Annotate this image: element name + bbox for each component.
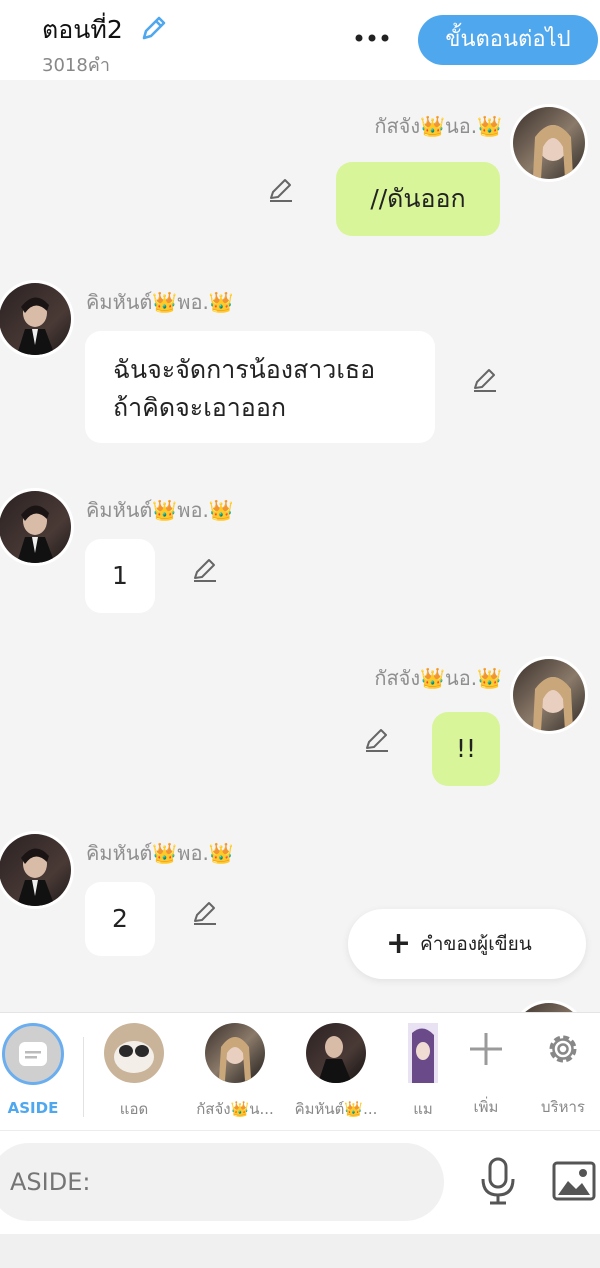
divider bbox=[83, 1037, 84, 1117]
chat-area[interactable]: กัสจัง👑นอ.👑 //ดันออก คิมหันต์👑พอ.👑 ฉันจะ… bbox=[0, 80, 600, 1012]
avatar[interactable] bbox=[510, 1000, 588, 1012]
character-aside[interactable]: ASIDE bbox=[0, 1023, 78, 1117]
writer-note-label: คำของผู้เขียน bbox=[420, 933, 532, 955]
message-left: คิมหันต์👑พอ.👑 1 bbox=[0, 488, 600, 618]
avatar bbox=[205, 1023, 265, 1083]
character-label: ASIDE bbox=[7, 1099, 59, 1117]
pencil-icon[interactable] bbox=[190, 554, 220, 584]
character-name: คิมหันต์👑พอ.👑 bbox=[86, 498, 234, 522]
more-options-icon[interactable] bbox=[352, 24, 394, 52]
message-input-area bbox=[0, 1130, 600, 1234]
character-name: คิมหันต์👑พอ.👑 bbox=[86, 290, 234, 314]
character-name: คิมหันต์👑พอ.👑 bbox=[86, 841, 234, 865]
message-bubble[interactable]: 1 bbox=[85, 539, 155, 613]
message-bubble[interactable]: !! bbox=[432, 712, 500, 786]
back-icon[interactable]: ‹ bbox=[0, 22, 14, 50]
message-bubble[interactable]: 2 bbox=[85, 882, 155, 956]
avatar-girl-image bbox=[513, 659, 585, 731]
plus-icon bbox=[470, 1033, 502, 1065]
message-text: //ดันออก bbox=[370, 184, 466, 213]
character-label: บริหาร bbox=[541, 1098, 585, 1116]
avatar-girl-image bbox=[513, 1003, 585, 1012]
system-navigation-bar bbox=[0, 1234, 600, 1268]
aside-icon bbox=[19, 1042, 47, 1066]
gear-icon bbox=[549, 1035, 577, 1063]
message-bubble[interactable]: //ดันออก bbox=[336, 162, 500, 236]
message-input[interactable] bbox=[0, 1143, 444, 1221]
pencil-icon[interactable] bbox=[190, 897, 220, 927]
message-text: 1 bbox=[112, 561, 128, 590]
image-icon[interactable] bbox=[552, 1161, 596, 1201]
message-right: กัสจัง👑นอ.👑 !! bbox=[0, 656, 600, 796]
pencil-icon[interactable] bbox=[138, 12, 170, 44]
avatar bbox=[104, 1023, 164, 1083]
avatar[interactable] bbox=[510, 104, 588, 182]
message-text-line: ถ้าคิดจะเอาออก bbox=[113, 393, 286, 422]
character-label: กัสจัง👑น... bbox=[196, 1100, 274, 1118]
character-name: กัสจัง👑นอ.👑 bbox=[374, 114, 502, 138]
character-item[interactable]: แอด bbox=[89, 1023, 179, 1121]
avatar-boy-image bbox=[0, 834, 71, 906]
avatar[interactable] bbox=[0, 280, 74, 358]
avatar-boy-image bbox=[0, 283, 71, 355]
microphone-icon[interactable] bbox=[478, 1155, 518, 1207]
pencil-icon[interactable] bbox=[470, 364, 500, 394]
message-text: !! bbox=[455, 734, 477, 763]
pencil-icon[interactable] bbox=[362, 724, 392, 754]
avatar-girl-image bbox=[513, 107, 585, 179]
pencil-icon[interactable] bbox=[266, 174, 296, 204]
message-text-line: ฉันจะจัดการน้องสาวเธอ bbox=[113, 355, 376, 384]
character-name: กัสจัง👑นอ.👑 bbox=[374, 666, 502, 690]
message-left: คิมหันต์👑พอ.👑 ฉันจะจัดการน้องสาวเธอ ถ้าค… bbox=[0, 280, 600, 460]
top-bar: ‹ ตอนที่2 3018คำ ขั้นตอนต่อไป bbox=[0, 0, 600, 80]
next-step-button[interactable]: ขั้นตอนต่อไป bbox=[418, 15, 598, 65]
avatar bbox=[408, 1023, 438, 1083]
message-right: กัสจัง👑นอ.👑 //ดันออก bbox=[0, 80, 600, 250]
word-count: 3018คำ bbox=[42, 55, 110, 76]
plus-icon: + bbox=[386, 926, 412, 961]
avatar bbox=[306, 1023, 366, 1083]
character-item[interactable]: คิมหันต์👑... bbox=[291, 1023, 381, 1121]
character-item[interactable]: กัสจัง👑น... bbox=[190, 1023, 280, 1121]
character-selector: ASIDE แอด กัสจัง👑น... คิมหันต์👑... แม เพ… bbox=[0, 1012, 600, 1130]
manage-characters-button[interactable]: บริหาร bbox=[518, 1023, 600, 1119]
avatar[interactable] bbox=[0, 831, 74, 909]
avatar-boy-image bbox=[0, 491, 71, 563]
aside-avatar bbox=[2, 1023, 64, 1085]
message-bubble[interactable]: ฉันจะจัดการน้องสาวเธอ ถ้าคิดจะเอาออก bbox=[85, 331, 435, 443]
avatar[interactable] bbox=[510, 656, 588, 734]
avatar[interactable] bbox=[0, 488, 74, 566]
writer-note-button[interactable]: + คำของผู้เขียน bbox=[348, 909, 586, 979]
character-label: แอด bbox=[119, 1100, 149, 1118]
episode-title[interactable]: ตอนที่2 bbox=[42, 10, 123, 50]
message-text: 2 bbox=[112, 904, 128, 933]
character-label: คิมหันต์👑... bbox=[294, 1100, 378, 1118]
